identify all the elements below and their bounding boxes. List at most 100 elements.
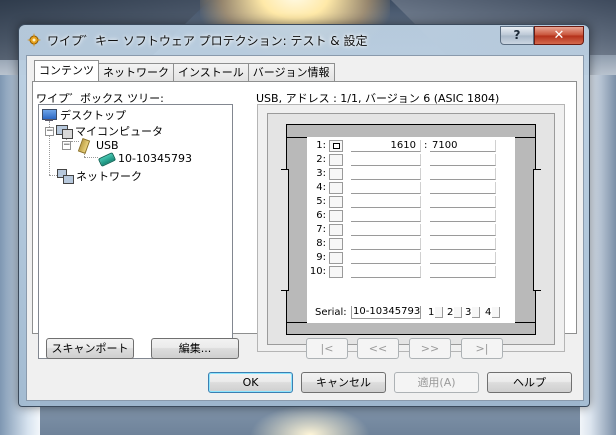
background-light-reflection	[250, 405, 370, 435]
app-logo-icon	[27, 33, 41, 47]
scan-port-button[interactable]: スキャンポート	[46, 338, 134, 359]
nav-prev-button[interactable]: <<	[357, 338, 399, 359]
dongle-border-top	[286, 124, 536, 138]
entry-user-code[interactable]	[430, 182, 496, 194]
entry-firm-code[interactable]	[351, 266, 421, 278]
port-3-box[interactable]	[472, 307, 480, 318]
collapse-toggle-my-computer[interactable]: −	[45, 127, 54, 136]
row-number: 2:	[316, 154, 326, 165]
entry-firm-code[interactable]	[351, 210, 421, 222]
row-number: 7:	[316, 224, 326, 235]
close-icon: ✕	[553, 28, 565, 43]
tree-item-network[interactable]: ネットワーク	[57, 168, 142, 184]
tree-item-label: 10-10345793	[117, 151, 193, 165]
dongle-notch-left	[281, 169, 289, 291]
port-2-label: 2	[447, 307, 454, 318]
entry-checkbox[interactable]	[329, 210, 343, 222]
collapse-toggle-usb[interactable]: −	[62, 141, 71, 150]
desktop-icon	[41, 108, 57, 122]
dongle-entries: 1: 1610 : 7100 2: 3: 4: 5: 6: 7: 8: 9: 1…	[307, 137, 515, 323]
wibu-box-tree[interactable]: デスクトップ − マイコンピュータ − USB 10-10345793 ネットワ…	[38, 104, 233, 359]
entry-row-9: 9:	[307, 251, 515, 265]
entry-checkbox[interactable]	[329, 266, 343, 278]
entry-row-3: 3:	[307, 167, 515, 181]
help-button[interactable]: ヘルプ	[487, 372, 572, 393]
row-number: 10:	[309, 266, 326, 277]
entry-user-code[interactable]	[430, 196, 496, 208]
entry-checkbox[interactable]	[329, 168, 343, 180]
entry-user-code[interactable]	[430, 154, 496, 166]
entry-separator: :	[424, 140, 428, 151]
entry-firm-code[interactable]	[351, 182, 421, 194]
port-2-box[interactable]	[454, 307, 462, 318]
port-4-label: 4	[485, 307, 492, 318]
nav-first-button[interactable]: |<	[306, 338, 348, 359]
serial-value: 10-10345793	[351, 306, 421, 319]
nav-last-button[interactable]: >|	[461, 338, 503, 359]
title-bar[interactable]: ワイプ゛キー ソフトウェア プロテクション: テスト & 設定 ? ✕	[19, 25, 589, 55]
entry-row-4: 4:	[307, 181, 515, 195]
port-4-box[interactable]	[492, 307, 500, 318]
row-number: 5:	[316, 196, 326, 207]
entry-checkbox[interactable]	[329, 196, 343, 208]
cancel-button[interactable]: キャンセル	[301, 372, 386, 393]
network-icon	[57, 169, 74, 184]
entry-firm-code[interactable]	[351, 252, 421, 264]
entry-checkbox[interactable]	[329, 224, 343, 236]
entry-row-1: 1: 1610 : 7100	[307, 139, 515, 153]
computer-icon	[56, 124, 73, 139]
entry-checkbox[interactable]	[329, 154, 343, 166]
port-1-label: 1	[428, 307, 435, 318]
title-help-button[interactable]: ?	[500, 26, 534, 45]
tab-version-info[interactable]: バージョン情報	[247, 63, 335, 81]
entry-user-code[interactable]	[430, 238, 496, 250]
entry-firm-code[interactable]	[351, 168, 421, 180]
nav-next-button[interactable]: >>	[409, 338, 451, 359]
entry-user-code[interactable]	[430, 252, 496, 264]
port-1-box[interactable]	[435, 307, 443, 318]
row-number: 3:	[316, 168, 326, 179]
dialog-client-area: コンテンツ ネットワーク インストール バージョン情報 ワイプ゛ボックス ツリー…	[26, 55, 584, 401]
entry-firm-code[interactable]	[351, 238, 421, 250]
entry-firm-code[interactable]	[351, 196, 421, 208]
entry-row-6: 6:	[307, 209, 515, 223]
entry-firm-code[interactable]	[351, 154, 421, 166]
edit-button[interactable]: 編集...	[151, 338, 239, 359]
entry-checkbox[interactable]	[329, 252, 343, 264]
entry-firm-code[interactable]: 1610	[351, 140, 421, 152]
entry-row-2: 2:	[307, 153, 515, 167]
tab-contents[interactable]: コンテンツ	[34, 60, 99, 81]
entry-user-code[interactable]	[430, 266, 496, 278]
row-number: 6:	[316, 210, 326, 221]
tab-install[interactable]: インストール	[173, 63, 249, 81]
tab-network[interactable]: ネットワーク	[98, 63, 174, 81]
key-icon	[98, 151, 114, 165]
dongle-graphic: 1: 1610 : 7100 2: 3: 4: 5: 6: 7: 8: 9: 1…	[281, 124, 541, 335]
entry-firm-code[interactable]	[351, 224, 421, 236]
tree-item-desktop[interactable]: デスクトップ	[41, 107, 126, 123]
entry-checkbox[interactable]	[329, 140, 343, 152]
device-view-frame: 1: 1610 : 7100 2: 3: 4: 5: 6: 7: 8: 9: 1…	[257, 104, 565, 352]
entry-user-code[interactable]	[430, 210, 496, 222]
port-3-label: 3	[465, 307, 472, 318]
dongle-border-bottom	[286, 321, 536, 335]
tree-item-label: デスクトップ	[60, 109, 126, 122]
row-number: 8:	[316, 238, 326, 249]
usb-icon	[77, 138, 93, 152]
tree-item-key-10-10345793[interactable]: 10-10345793	[98, 150, 193, 166]
entry-row-8: 8:	[307, 237, 515, 251]
entry-row-10: 10:	[307, 265, 515, 279]
close-button[interactable]: ✕	[534, 26, 584, 45]
entry-checkbox[interactable]	[329, 238, 343, 250]
serial-row: Serial: 10-10345793 1 2 3 4	[307, 305, 515, 321]
tab-strip: コンテンツ ネットワーク インストール バージョン情報	[34, 60, 335, 81]
dialog-window: ワイプ゛キー ソフトウェア プロテクション: テスト & 設定 ? ✕ コンテン…	[18, 24, 590, 407]
entry-user-code[interactable]: 7100	[430, 140, 496, 152]
row-number: 1:	[316, 140, 326, 151]
row-number: 9:	[316, 252, 326, 263]
ok-button[interactable]: OK	[208, 372, 293, 393]
entry-checkbox[interactable]	[329, 182, 343, 194]
entry-user-code[interactable]	[430, 168, 496, 180]
apply-button[interactable]: 適用(A)	[394, 372, 479, 393]
entry-user-code[interactable]	[430, 224, 496, 236]
